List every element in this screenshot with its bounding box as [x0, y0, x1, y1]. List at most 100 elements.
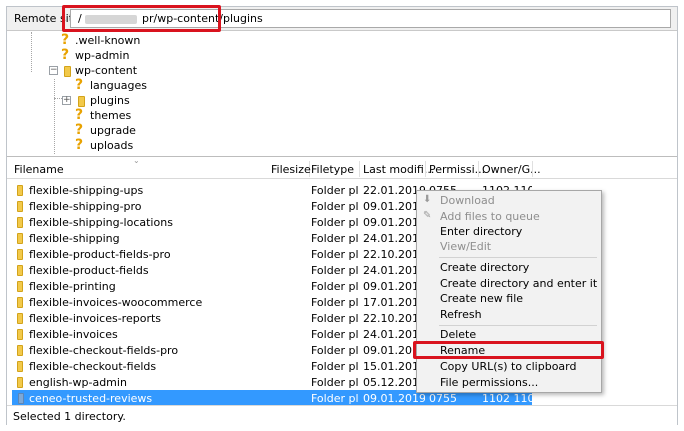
folder-icon	[17, 377, 23, 388]
tree-guide-line	[54, 79, 55, 154]
folder-icon	[18, 393, 24, 404]
menu-item-label: Enter directory	[440, 225, 523, 238]
folder-icon	[17, 329, 23, 340]
file-owner: 1102 1101	[482, 392, 532, 405]
file-name: flexible-invoices-woocommerce	[29, 296, 203, 309]
folder-icon	[17, 297, 23, 308]
file-type: Folder pl...	[311, 280, 359, 293]
rename-highlight-box	[413, 341, 604, 359]
folder-icon	[17, 265, 23, 276]
tree-node-label: uploads	[90, 139, 134, 152]
folder-icon	[17, 233, 23, 244]
menu-item-copy-urls[interactable]: Copy URL(s) to clipboard	[417, 359, 601, 375]
column-divider[interactable]	[425, 161, 426, 177]
menu-item-create-new-file[interactable]: Create new file	[417, 291, 601, 307]
tree-node-upgrade[interactable]: ? upgrade	[69, 123, 229, 138]
menu-separator	[439, 257, 597, 258]
menu-item-download[interactable]: ⬇ Download	[417, 193, 601, 209]
file-type: Folder pl...	[311, 344, 359, 357]
menu-item-label: Delete	[440, 328, 477, 341]
file-type: Folder pl...	[311, 184, 359, 197]
file-type: Folder pl...	[311, 360, 359, 373]
file-type: Folder pl...	[311, 248, 359, 261]
question-icon: ?	[75, 122, 84, 138]
file-name: flexible-shipping-pro	[29, 200, 142, 213]
file-name: flexible-invoices	[29, 328, 118, 341]
question-icon: ?	[75, 107, 84, 123]
folder-icon	[17, 345, 23, 356]
folder-icon	[78, 96, 85, 107]
menu-item-enter-directory[interactable]: Enter directory	[417, 224, 601, 240]
menu-separator	[439, 325, 597, 326]
folder-icon	[17, 185, 23, 196]
folder-icon	[17, 361, 23, 372]
file-name: flexible-product-fields	[29, 264, 149, 277]
file-modified: 09.01.2019 ...	[363, 392, 425, 405]
file-name: flexible-checkout-fields-pro	[29, 344, 179, 357]
file-permissions: 0755	[429, 392, 457, 405]
menu-item-view-edit[interactable]: View/Edit	[417, 239, 601, 255]
column-filename[interactable]: Filename	[14, 163, 64, 176]
file-type: Folder pl...	[311, 296, 359, 309]
column-filetype[interactable]: Filetype	[311, 163, 354, 176]
download-icon: ⬇	[423, 194, 432, 205]
question-icon: ?	[75, 137, 84, 153]
add-to-queue-icon: ✎	[423, 210, 432, 221]
collapse-icon[interactable]: −	[49, 66, 58, 75]
menu-item-label: File permissions...	[440, 376, 539, 389]
menu-item-label: Refresh	[440, 308, 482, 321]
file-type: Folder pl...	[311, 328, 359, 341]
menu-item-create-directory[interactable]: Create directory	[417, 260, 601, 276]
column-permissions[interactable]: Permissi...	[429, 163, 485, 176]
tree-node-wp-admin[interactable]: ? wp-admin	[55, 48, 215, 63]
file-type: Folder pl...	[311, 232, 359, 245]
remote-directory-tree[interactable]: ? .well-known ? wp-admin − wp-content ? …	[7, 32, 677, 157]
folder-icon	[17, 201, 23, 212]
tree-node-label: languages	[90, 79, 147, 92]
tree-node-well-known[interactable]: ? .well-known	[55, 33, 215, 48]
menu-item-file-permissions[interactable]: File permissions...	[417, 375, 601, 391]
file-list-header: ⌄ Filename Filesize Filetype Last modifi…	[7, 159, 677, 179]
column-divider[interactable]	[532, 161, 533, 177]
menu-item-label: Download	[440, 194, 495, 207]
context-menu: ⬇ Download ✎ Add files to queue Enter di…	[416, 190, 602, 393]
menu-item-label: Create directory and enter it	[440, 277, 598, 290]
tree-node-languages[interactable]: ? languages	[69, 78, 229, 93]
file-name: flexible-checkout-fields	[29, 360, 157, 373]
column-last-modified[interactable]: Last modifi...	[363, 163, 434, 176]
file-name: ceneo-trusted-reviews	[29, 392, 153, 405]
menu-item-label: Copy URL(s) to clipboard	[440, 360, 577, 373]
file-name: flexible-shipping-ups	[29, 184, 144, 197]
menu-item-add-to-queue[interactable]: ✎ Add files to queue	[417, 209, 601, 225]
question-icon: ?	[61, 47, 70, 63]
column-filesize[interactable]: Filesize	[271, 163, 311, 176]
tree-node-plugins[interactable]: + plugins	[61, 93, 231, 108]
file-name: flexible-product-fields-pro	[29, 248, 171, 261]
expand-icon[interactable]: +	[62, 96, 71, 105]
tree-node-label: wp-content	[75, 64, 138, 77]
folder-icon	[64, 66, 71, 77]
status-bar: Selected 1 directory.	[7, 405, 677, 425]
question-icon: ?	[61, 32, 70, 48]
sort-indicator-icon: ⌄	[133, 159, 140, 165]
tree-node-label: upgrade	[90, 124, 136, 137]
folder-icon	[17, 217, 23, 228]
menu-item-label: Create new file	[440, 292, 524, 305]
file-name: flexible-shipping	[29, 232, 120, 245]
tree-node-wp-content[interactable]: − wp-content	[45, 63, 215, 78]
folder-icon	[17, 249, 23, 260]
column-divider[interactable]	[478, 161, 479, 177]
menu-item-refresh[interactable]: Refresh	[417, 307, 601, 323]
tree-node-themes[interactable]: ? themes	[69, 108, 229, 123]
tree-node-label: plugins	[90, 94, 130, 107]
column-divider[interactable]	[359, 161, 360, 177]
file-type: Folder pl...	[311, 392, 359, 405]
menu-item-label: Add files to queue	[440, 210, 540, 223]
tree-node-uploads[interactable]: ? uploads	[69, 138, 229, 153]
menu-item-create-directory-and-enter[interactable]: Create directory and enter it	[417, 276, 601, 292]
file-type: Folder pl...	[311, 216, 359, 229]
file-type: Folder pl...	[311, 376, 359, 389]
file-name: english-wp-admin	[29, 376, 127, 389]
tree-node-label: themes	[90, 109, 132, 122]
folder-icon	[17, 313, 23, 324]
